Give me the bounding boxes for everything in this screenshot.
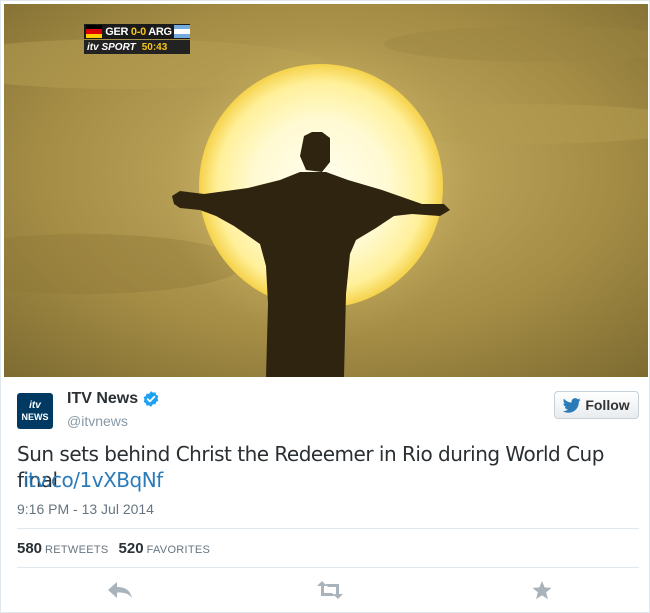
tweet-card: GER 0-0 ARG itv SPORT 50:43 itv NEWS ITV… xyxy=(0,0,650,613)
argentina-flag-icon xyxy=(173,25,190,38)
reply-icon xyxy=(108,582,132,598)
broadcaster-logo: itv SPORT xyxy=(87,41,136,53)
tweet-stats: 580 RETWEETS 520 FAVORITES xyxy=(17,540,220,557)
avatar-line1: itv xyxy=(29,399,41,411)
tweet-link[interactable]: itv.co/1vXBqNf xyxy=(23,467,163,493)
twitter-bird-icon xyxy=(563,397,582,413)
match-scorebug: GER 0-0 ARG itv SPORT 50:43 xyxy=(84,24,190,55)
tweet-photo[interactable]: GER 0-0 ARG itv SPORT 50:43 xyxy=(4,4,648,377)
user-handle[interactable]: @itvnews xyxy=(67,413,128,429)
avatar-line2: NEWS xyxy=(21,411,49,422)
favorites-label[interactable]: FAVORITES xyxy=(147,544,211,556)
display-name[interactable]: ITV News xyxy=(67,390,138,408)
sunset-christ-redeemer-image xyxy=(4,4,648,377)
score-value: 0-0 xyxy=(130,25,146,38)
scorebug-brand-row: itv SPORT 50:43 xyxy=(84,40,190,54)
reply-button[interactable] xyxy=(105,576,135,604)
home-team: GER xyxy=(105,25,129,38)
follow-label: Follow xyxy=(585,397,630,413)
germany-flag-icon xyxy=(86,25,103,38)
follow-button[interactable]: Follow xyxy=(554,391,639,419)
scorebug-score: GER 0-0 ARG xyxy=(105,26,172,38)
favorites-count[interactable]: 520 xyxy=(119,540,144,557)
retweet-button[interactable] xyxy=(315,576,345,604)
match-clock: 50:43 xyxy=(141,41,168,53)
scorebug-score-row: GER 0-0 ARG xyxy=(84,24,190,39)
retweets-label[interactable]: RETWEETS xyxy=(45,544,109,556)
retweet-icon xyxy=(317,581,343,599)
display-name-row[interactable]: ITV News xyxy=(67,390,160,408)
away-team: ARG xyxy=(148,25,172,38)
favorite-button[interactable] xyxy=(527,576,557,604)
divider xyxy=(17,567,639,568)
tweet-timestamp[interactable]: 9:16 PM - 13 Jul 2014 xyxy=(17,501,154,517)
avatar[interactable]: itv NEWS xyxy=(17,393,53,429)
tweet-actions xyxy=(1,576,649,606)
star-icon xyxy=(532,580,552,599)
divider xyxy=(17,528,639,529)
verified-badge-icon xyxy=(143,391,159,407)
retweets-count[interactable]: 580 xyxy=(17,540,42,557)
